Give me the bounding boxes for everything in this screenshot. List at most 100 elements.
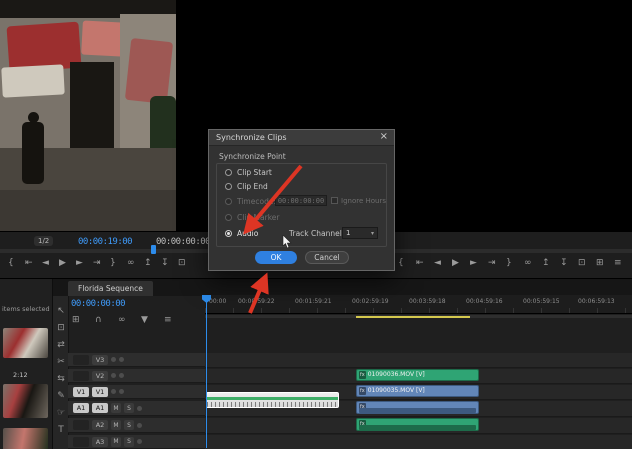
selection-tool-icon[interactable]: ↖: [54, 307, 68, 316]
radio-clip-start[interactable]: [225, 169, 232, 176]
lift-icon[interactable]: ↥: [144, 259, 152, 268]
linked-selection-icon[interactable]: ∞: [118, 316, 126, 325]
radio-clip-end[interactable]: [225, 183, 232, 190]
source-patch[interactable]: [73, 370, 89, 381]
extract-icon[interactable]: ↧: [161, 259, 169, 268]
timeline-settings-icon[interactable]: ≡: [164, 316, 172, 325]
cancel-button[interactable]: Cancel: [305, 251, 349, 264]
source-patch-v1[interactable]: V1: [73, 386, 89, 397]
add-marker-icon[interactable]: ▼: [141, 316, 148, 325]
pen-tool-icon[interactable]: ✎: [54, 392, 68, 401]
type-tool-icon[interactable]: T: [54, 426, 68, 435]
solo-button[interactable]: S: [124, 436, 134, 447]
track-name-v2[interactable]: V2: [92, 370, 108, 381]
ignore-hours-checkbox[interactable]: [331, 197, 338, 204]
clip-green-video[interactable]: fx 01090036.MOV [V]: [356, 369, 479, 381]
track-name-a2[interactable]: A2: [92, 420, 108, 430]
timecode-field[interactable]: 00:00:00:00: [275, 195, 327, 206]
radio-clip-marker[interactable]: [225, 214, 232, 221]
play-icon[interactable]: ▶: [59, 259, 66, 268]
mark-out-icon[interactable]: }: [110, 259, 116, 268]
track-name-v3[interactable]: V3: [92, 354, 108, 365]
loop-icon[interactable]: ∞: [524, 259, 532, 268]
clip-merged-selected[interactable]: [206, 392, 339, 408]
tab-florida-sequence[interactable]: Florida Sequence: [68, 281, 153, 296]
microphone-icon[interactable]: [137, 439, 142, 444]
solo-button[interactable]: S: [124, 403, 134, 413]
option-clip-marker[interactable]: Clip Marker: [237, 213, 279, 222]
clip-blue-video[interactable]: fx 01090035.MOV [V]: [356, 385, 479, 397]
track-name-v1[interactable]: V1: [92, 386, 108, 397]
track-name-a3[interactable]: A3: [92, 436, 108, 447]
radio-audio[interactable]: [225, 230, 232, 237]
option-clip-start[interactable]: Clip Start: [237, 168, 272, 177]
ignore-hours-label[interactable]: Ignore Hours: [341, 197, 386, 205]
mute-button[interactable]: M: [111, 403, 121, 413]
project-thumbnail[interactable]: [3, 328, 48, 358]
step-back-icon[interactable]: ◄: [434, 259, 441, 268]
step-back-icon[interactable]: ◄: [42, 259, 49, 268]
play-icon[interactable]: ▶: [452, 259, 459, 268]
mute-button[interactable]: M: [111, 436, 121, 447]
slip-tool-icon[interactable]: ⇆: [54, 375, 68, 384]
track-content-v3[interactable]: [205, 353, 632, 368]
project-thumbnail[interactable]: [3, 428, 48, 449]
monitor-playhead[interactable]: [151, 245, 156, 254]
mute-button[interactable]: M: [111, 420, 121, 430]
close-icon[interactable]: ×: [380, 131, 388, 142]
snap-toggle-icon[interactable]: ∩: [95, 316, 102, 325]
time-ruler[interactable]: 00:00 00:00:59:22 00:01:59:21 00:02:59:1…: [205, 295, 632, 314]
razor-tool-icon[interactable]: ✂: [54, 358, 68, 367]
monitor-duration-timecode[interactable]: 00:00:00:00: [156, 237, 211, 247]
track-name-a1[interactable]: A1: [92, 403, 108, 413]
sync-lock-icon[interactable]: [111, 389, 116, 394]
zoom-level-badge[interactable]: 1/2: [34, 236, 54, 246]
sync-lock-icon[interactable]: [111, 373, 116, 378]
source-patch[interactable]: [73, 436, 89, 447]
go-to-in-icon[interactable]: ⇤: [416, 259, 424, 268]
step-forward-icon[interactable]: ►: [76, 259, 83, 268]
export-frame-icon[interactable]: ⊡: [578, 259, 586, 268]
nest-toggle-icon[interactable]: ⊞: [72, 316, 80, 325]
go-to-out-icon[interactable]: ⇥: [488, 259, 496, 268]
loop-icon[interactable]: ∞: [127, 259, 135, 268]
option-clip-end[interactable]: Clip End: [237, 182, 268, 191]
mark-in-icon[interactable]: {: [398, 259, 404, 268]
source-patch[interactable]: [73, 420, 89, 430]
timeline-playhead-line[interactable]: [206, 296, 207, 448]
sync-lock-icon[interactable]: [111, 357, 116, 362]
go-to-in-icon[interactable]: ⇤: [25, 259, 33, 268]
extract-icon[interactable]: ↧: [560, 259, 568, 268]
compare-icon[interactable]: ⊞: [596, 259, 604, 268]
step-forward-icon[interactable]: ►: [470, 259, 477, 268]
ripple-edit-tool-icon[interactable]: ⇄: [54, 341, 68, 350]
microphone-icon[interactable]: [137, 405, 142, 411]
sequence-playhead-timecode[interactable]: 00:00:00:00: [71, 299, 126, 309]
option-timecode[interactable]: Timecode:: [237, 197, 276, 206]
source-patch-a1[interactable]: A1: [73, 403, 89, 413]
project-thumbnail[interactable]: [3, 384, 48, 418]
track-channel-dropdown[interactable]: 1 ▾: [342, 227, 378, 239]
dialog-title-bar[interactable]: Synchronize Clips ×: [209, 130, 394, 146]
microphone-icon[interactable]: [137, 422, 142, 428]
hand-tool-icon[interactable]: ☞: [54, 409, 68, 418]
settings-menu-icon[interactable]: ≡: [614, 259, 622, 268]
clip-green-audio[interactable]: fx: [356, 418, 479, 431]
clip-blue-audio[interactable]: fx: [356, 401, 479, 414]
option-audio[interactable]: Audio: [237, 229, 258, 238]
track-select-tool-icon[interactable]: ⊡: [54, 324, 68, 333]
track-lock-icon[interactable]: [119, 373, 124, 378]
export-frame-icon[interactable]: ⊡: [178, 259, 186, 268]
track-content-a3[interactable]: [205, 435, 632, 449]
mark-in-icon[interactable]: {: [8, 259, 14, 268]
monitor-position-timecode[interactable]: 00:00:19:00: [78, 237, 133, 247]
source-patch[interactable]: [73, 354, 89, 365]
track-lock-icon[interactable]: [119, 357, 124, 362]
go-to-out-icon[interactable]: ⇥: [93, 259, 101, 268]
solo-button[interactable]: S: [124, 420, 134, 430]
radio-timecode[interactable]: [225, 198, 232, 205]
track-lock-icon[interactable]: [119, 389, 124, 394]
mark-out-icon[interactable]: }: [506, 259, 512, 268]
ok-button[interactable]: OK: [255, 251, 297, 264]
lift-icon[interactable]: ↥: [542, 259, 550, 268]
